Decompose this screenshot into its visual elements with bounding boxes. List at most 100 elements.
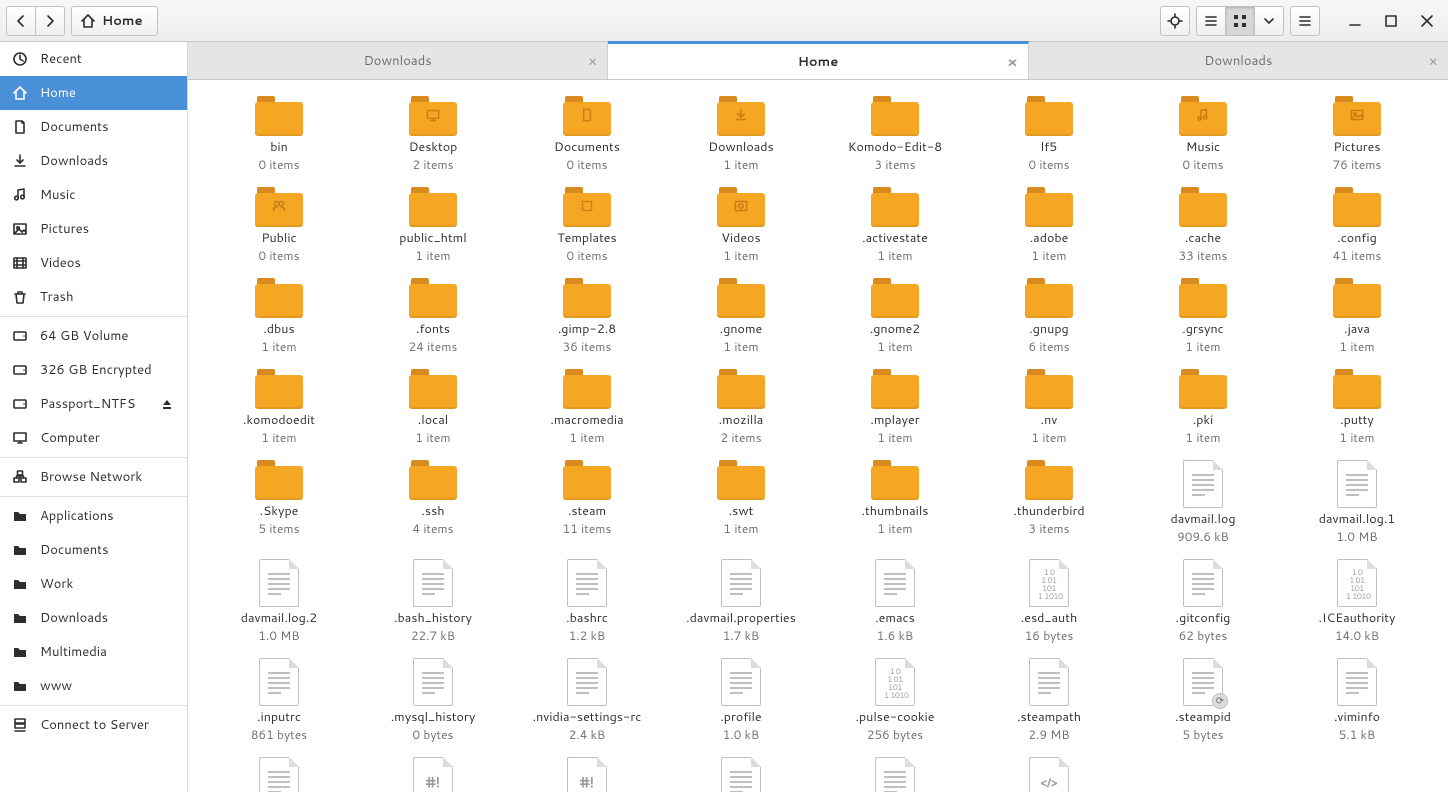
file-item[interactable]: .grsync1 item	[1126, 272, 1280, 359]
sidebar-item-www[interactable]: www	[0, 669, 187, 703]
eject-icon[interactable]	[159, 396, 175, 412]
file-item[interactable]: Pictures76 items	[1280, 90, 1434, 177]
file-item[interactable]: .fonts24 items	[356, 272, 510, 359]
file-item[interactable]: Komodo-Edit-83 items	[818, 90, 972, 177]
file-item[interactable]: .bashrc1.2 kB	[510, 553, 664, 648]
file-item[interactable]: .thumbnails1 item	[818, 454, 972, 549]
file-item[interactable]: .activestate1 item	[818, 181, 972, 268]
sidebar-item-videos[interactable]: Videos	[0, 246, 187, 280]
file-item[interactable]: Videos1 item	[664, 181, 818, 268]
file-item[interactable]: .java1 item	[1280, 272, 1434, 359]
tab-downloads-2[interactable]: Downloads×	[1029, 42, 1448, 79]
file-item[interactable]: .gimp-2.836 items	[510, 272, 664, 359]
sidebar-item-connect-to-server[interactable]: Connect to Server	[0, 708, 187, 742]
file-item[interactable]: Documents0 items	[510, 90, 664, 177]
file-item[interactable]: ⟳.steampid5 bytes	[1126, 652, 1280, 747]
sidebar-item-326-gb-encrypted[interactable]: 326 GB Encrypted	[0, 353, 187, 387]
file-item[interactable]: #!.xim.template	[356, 751, 510, 792]
file-item[interactable]: .macromedia1 item	[510, 363, 664, 450]
file-item[interactable]: .viminfo5.1 kB	[1280, 652, 1434, 747]
file-item[interactable]: 1 01 011011 1010.pulse-cookie256 bytes	[818, 652, 972, 747]
tab-close-button[interactable]: ×	[1007, 51, 1018, 72]
back-button[interactable]	[6, 6, 36, 36]
file-item[interactable]: 1 01 011011 1010.ICEauthority14.0 kB	[1280, 553, 1434, 648]
sidebar-item-work[interactable]: Work	[0, 567, 187, 601]
sidebar-item-computer[interactable]: Computer	[0, 421, 187, 455]
tab-home-1[interactable]: Home×	[608, 41, 1028, 79]
file-item[interactable]: #!.xinitrc.template	[510, 751, 664, 792]
file-item[interactable]: .gnome1 item	[664, 272, 818, 359]
file-item[interactable]: .thunderbird3 items	[972, 454, 1126, 549]
file-item[interactable]: .cache33 items	[1126, 181, 1280, 268]
file-item[interactable]: .inputrc861 bytes	[202, 652, 356, 747]
forward-button[interactable]	[35, 6, 65, 36]
sidebar-item-passport-ntfs[interactable]: Passport_NTFS	[0, 387, 187, 421]
file-grid-scroll[interactable]: bin0 itemsDesktop2 itemsDocuments0 items…	[188, 80, 1448, 792]
sidebar-item-pictures[interactable]: Pictures	[0, 212, 187, 246]
sidebar-item-browse-network[interactable]: Browse Network	[0, 460, 187, 494]
sidebar-item-downloads[interactable]: Downloads	[0, 601, 187, 635]
file-item[interactable]: .pki1 item	[1126, 363, 1280, 450]
file-item[interactable]: davmail.log.11.0 MB	[1280, 454, 1434, 549]
tab-close-button[interactable]: ×	[588, 50, 598, 71]
file-item[interactable]: .local1 item	[356, 363, 510, 450]
tab-close-button[interactable]: ×	[1428, 50, 1438, 71]
tab-downloads-0[interactable]: Downloads×	[188, 42, 608, 79]
file-item[interactable]: .adobe1 item	[972, 181, 1126, 268]
file-item[interactable]: .steampath2.9 MB	[972, 652, 1126, 747]
icon-view-button[interactable]	[1225, 6, 1255, 36]
file-item[interactable]: .xsession-errors-:0	[664, 751, 818, 792]
file-item[interactable]: .xboardrc	[202, 751, 356, 792]
file-item[interactable]: .nv1 item	[972, 363, 1126, 450]
locate-button[interactable]	[1160, 6, 1190, 36]
file-item[interactable]: .gitconfig62 bytes	[1126, 553, 1280, 648]
file-item[interactable]: 1 01 011011 1010.esd_auth16 bytes	[972, 553, 1126, 648]
file-item[interactable]: lf50 items	[972, 90, 1126, 177]
file-item[interactable]: .mysql_history0 bytes	[356, 652, 510, 747]
file-item[interactable]: .komodoedit1 item	[202, 363, 356, 450]
file-item[interactable]: .nvidia-settings-rc2.4 kB	[510, 652, 664, 747]
file-item[interactable]: .y2log	[818, 751, 972, 792]
sidebar-item-documents[interactable]: Documents	[0, 110, 187, 144]
file-item[interactable]: davmail.log.21.0 MB	[202, 553, 356, 648]
file-item[interactable]: Downloads1 item	[664, 90, 818, 177]
sidebar-item-recent[interactable]: Recent	[0, 42, 187, 76]
path-button[interactable]: Home	[71, 6, 158, 36]
file-item[interactable]: .swt1 item	[664, 454, 818, 549]
file-item[interactable]: .putty1 item	[1280, 363, 1434, 450]
window-maximize-button[interactable]	[1376, 6, 1406, 36]
window-minimize-button[interactable]	[1340, 6, 1370, 36]
file-item[interactable]: Templates0 items	[510, 181, 664, 268]
file-item[interactable]: .emacs1.6 kB	[818, 553, 972, 648]
file-item[interactable]: .Skype5 items	[202, 454, 356, 549]
file-item[interactable]: Public0 items	[202, 181, 356, 268]
sidebar-item-downloads[interactable]: Downloads	[0, 144, 187, 178]
file-item[interactable]: public_html1 item	[356, 181, 510, 268]
file-item[interactable]: .gnupg6 items	[972, 272, 1126, 359]
file-item[interactable]: .steam11 items	[510, 454, 664, 549]
sidebar-item-64-gb-volume[interactable]: 64 GB Volume	[0, 319, 187, 353]
file-item[interactable]: .ssh4 items	[356, 454, 510, 549]
file-item[interactable]: .mozilla2 items	[664, 363, 818, 450]
list-view-button[interactable]	[1196, 6, 1226, 36]
sidebar-item-home[interactable]: Home	[0, 76, 187, 110]
file-item[interactable]: .dbus1 item	[202, 272, 356, 359]
file-item[interactable]: .bash_history22.7 kB	[356, 553, 510, 648]
file-item[interactable]: .profile1.0 kB	[664, 652, 818, 747]
sidebar-item-multimedia[interactable]: Multimedia	[0, 635, 187, 669]
file-item[interactable]: .mplayer1 item	[818, 363, 972, 450]
file-item[interactable]: Desktop2 items	[356, 90, 510, 177]
window-close-button[interactable]	[1412, 6, 1442, 36]
file-item[interactable]: davmail.log909.6 kB	[1126, 454, 1280, 549]
sidebar-item-applications[interactable]: Applications	[0, 499, 187, 533]
sidebar-item-trash[interactable]: Trash	[0, 280, 187, 314]
sidebar-item-documents[interactable]: Documents	[0, 533, 187, 567]
file-item[interactable]: .gnome21 item	[818, 272, 972, 359]
file-item[interactable]: .davmail.properties1.7 kB	[664, 553, 818, 648]
file-item[interactable]: bin0 items	[202, 90, 356, 177]
hamburger-menu-button[interactable]	[1290, 6, 1320, 36]
file-item[interactable]: </>.y2usersettings	[972, 751, 1126, 792]
file-item[interactable]: Music0 items	[1126, 90, 1280, 177]
view-dropdown-button[interactable]	[1254, 6, 1284, 36]
file-item[interactable]: .config41 items	[1280, 181, 1434, 268]
